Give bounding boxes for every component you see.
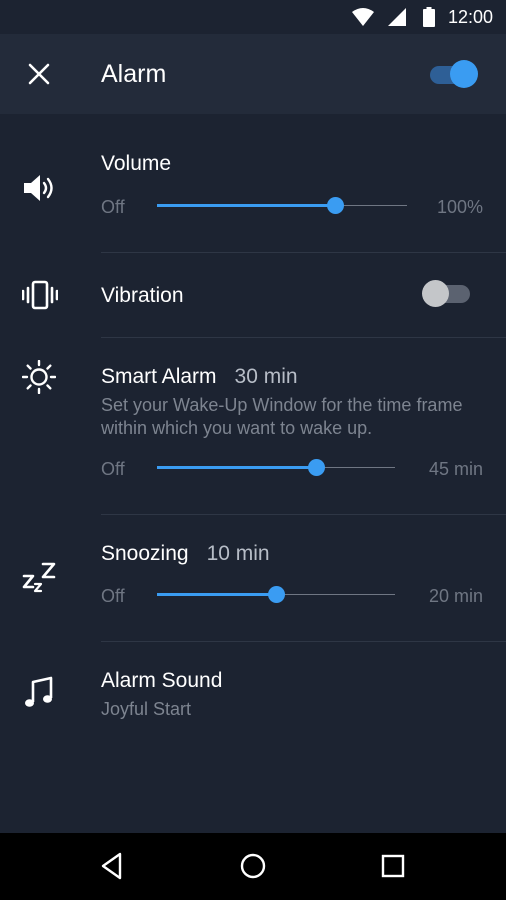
smart-alarm-title: Smart Alarm — [101, 365, 217, 388]
snooze-icon — [22, 562, 56, 593]
cell-signal-icon — [388, 8, 406, 26]
snoozing-value: 10 min — [206, 542, 270, 565]
smart-alarm-row: Smart Alarm 30 min Set your Wake-Up Windo… — [0, 338, 506, 514]
wifi-icon — [352, 8, 374, 26]
alarm-enabled-toggle[interactable] — [430, 60, 480, 90]
slider-fill — [157, 466, 317, 469]
slider-knob[interactable] — [326, 197, 344, 214]
smart-alarm-slider[interactable] — [157, 458, 395, 478]
snoozing-slider[interactable] — [157, 585, 395, 605]
app-bar: Alarm — [0, 34, 506, 114]
music-note-icon — [25, 676, 53, 707]
slider-fill — [157, 204, 335, 207]
slider-knob[interactable] — [308, 459, 326, 476]
recents-icon[interactable] — [378, 851, 408, 881]
back-icon[interactable] — [98, 851, 128, 881]
alarm-sound-value: Joyful Start — [101, 699, 192, 719]
battery-icon — [423, 7, 435, 27]
status-bar: 12:00 — [0, 0, 506, 34]
alarm-sound-title: Alarm Sound — [101, 669, 223, 692]
volume-row: Volume Off 100% — [0, 114, 506, 252]
clock: 12:00 — [447, 7, 493, 27]
smart-alarm-title-line: Smart Alarm 30 min — [101, 365, 298, 389]
volume-min-label: Off — [101, 197, 125, 217]
vibration-icon — [22, 280, 58, 310]
smart-alarm-value: 30 min — [234, 365, 298, 388]
close-icon[interactable] — [27, 62, 51, 86]
smart-alarm-description: Set your Wake-Up Window for the time fra… — [101, 395, 463, 438]
toggle-thumb — [422, 280, 449, 307]
slider-knob[interactable] — [268, 586, 285, 603]
volume-slider[interactable] — [157, 196, 407, 216]
smart-alarm-min-label: Off — [101, 459, 125, 479]
snoozing-title-line: Snoozing 10 min — [101, 542, 270, 566]
vibration-title: Vibration — [101, 284, 184, 307]
vibration-toggle[interactable] — [420, 279, 472, 309]
snoozing-min-label: Off — [101, 586, 125, 606]
alarm-sound-row[interactable]: Alarm Sound Joyful Start — [0, 642, 506, 752]
snoozing-row: Snoozing 10 min Off 20 min — [0, 515, 506, 641]
home-icon[interactable] — [238, 851, 268, 881]
toggle-thumb — [450, 60, 478, 88]
snoozing-max-label: 20 min — [428, 586, 483, 606]
snoozing-title: Snoozing — [101, 542, 189, 565]
page-title: Alarm — [101, 60, 167, 88]
navigation-bar — [0, 833, 506, 900]
volume-title: Volume — [101, 152, 172, 175]
volume-icon — [24, 175, 53, 201]
sun-icon — [22, 360, 56, 394]
smart-alarm-max-label: 45 min — [428, 459, 483, 479]
volume-max-label: 100% — [436, 197, 483, 217]
slider-fill — [157, 593, 276, 596]
